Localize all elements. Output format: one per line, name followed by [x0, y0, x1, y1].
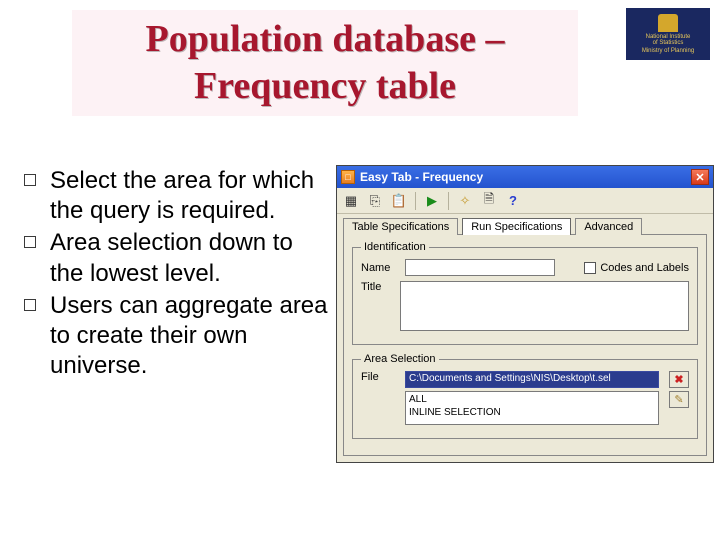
title-label: Title: [361, 281, 394, 293]
toolbar-separator: [415, 192, 416, 210]
file-label: File: [361, 371, 399, 383]
area-legend: Area Selection: [361, 353, 439, 365]
bullet-list: Select the area for which the query is r…: [24, 166, 328, 384]
selection-listbox[interactable]: ALL INLINE SELECTION: [405, 391, 659, 425]
app-icon: □: [341, 170, 355, 184]
logo-line2: of Statistics: [653, 40, 684, 46]
toolbar: ▦ ⎘ 📋 ▶ ✧ 🗎 ?: [337, 188, 713, 214]
checkbox-icon[interactable]: [584, 262, 596, 274]
clipboard-icon[interactable]: 🗎: [479, 191, 499, 211]
list-item: Select the area for which the query is r…: [24, 166, 328, 226]
titlebar[interactable]: □ Easy Tab - Frequency ✕: [337, 166, 713, 188]
bullet-square-icon: [24, 299, 36, 311]
identification-legend: Identification: [361, 241, 429, 253]
tab-run-specifications[interactable]: Run Specifications: [462, 218, 571, 235]
tab-strip: Table Specifications Run Specifications …: [337, 214, 713, 235]
list-item[interactable]: INLINE SELECTION: [409, 406, 655, 419]
copy-icon[interactable]: ⎘: [365, 191, 385, 211]
tab-advanced[interactable]: Advanced: [575, 218, 642, 235]
crest-icon: [658, 14, 678, 32]
grid-icon[interactable]: ▦: [341, 191, 361, 211]
list-item: Area selection down to the lowest level.: [24, 228, 328, 288]
identification-group: Identification Name Codes and Labels Tit…: [352, 241, 698, 345]
bullet-square-icon: [24, 236, 36, 248]
paste-icon[interactable]: 📋: [389, 191, 409, 211]
help-icon[interactable]: ?: [503, 191, 523, 211]
toolbar-separator: [448, 192, 449, 210]
tab-table-specifications[interactable]: Table Specifications: [343, 218, 458, 235]
bullet-text: Select the area for which the query is r…: [50, 166, 328, 226]
window-title: Easy Tab - Frequency: [360, 170, 691, 184]
bullet-text: Users can aggregate area to create their…: [50, 291, 328, 382]
slide-title: Population database – Frequency table: [72, 16, 578, 111]
title-textarea[interactable]: [400, 281, 689, 331]
bullet-square-icon: [24, 174, 36, 186]
logo-line3: Ministry of Planning: [642, 48, 694, 54]
codes-labels-checkbox[interactable]: Codes and Labels: [584, 262, 689, 274]
edit-selection-button[interactable]: ✎: [669, 391, 689, 408]
area-selection-group: Area Selection File C:\Documents and Set…: [352, 353, 698, 439]
file-path-field[interactable]: C:\Documents and Settings\NIS\Desktop\t.…: [405, 371, 659, 388]
panel-body: Identification Name Codes and Labels Tit…: [344, 235, 706, 455]
close-button[interactable]: ✕: [691, 169, 709, 185]
org-logo: National Institute of Statistics Ministr…: [626, 8, 710, 60]
bullet-text: Area selection down to the lowest level.: [50, 228, 328, 288]
title-band: Population database – Frequency table: [72, 10, 578, 116]
list-item: Users can aggregate area to create their…: [24, 291, 328, 382]
tab-panel: Identification Name Codes and Labels Tit…: [343, 234, 707, 456]
wand-icon[interactable]: ✧: [455, 191, 475, 211]
codes-labels-text: Codes and Labels: [600, 262, 689, 274]
name-input[interactable]: [405, 259, 555, 276]
frequency-dialog: □ Easy Tab - Frequency ✕ ▦ ⎘ 📋 ▶ ✧ 🗎 ? T…: [336, 165, 714, 463]
play-icon[interactable]: ▶: [422, 191, 442, 211]
name-label: Name: [361, 262, 399, 274]
list-item[interactable]: ALL: [409, 393, 655, 406]
clear-selection-button[interactable]: ✖: [669, 371, 689, 388]
